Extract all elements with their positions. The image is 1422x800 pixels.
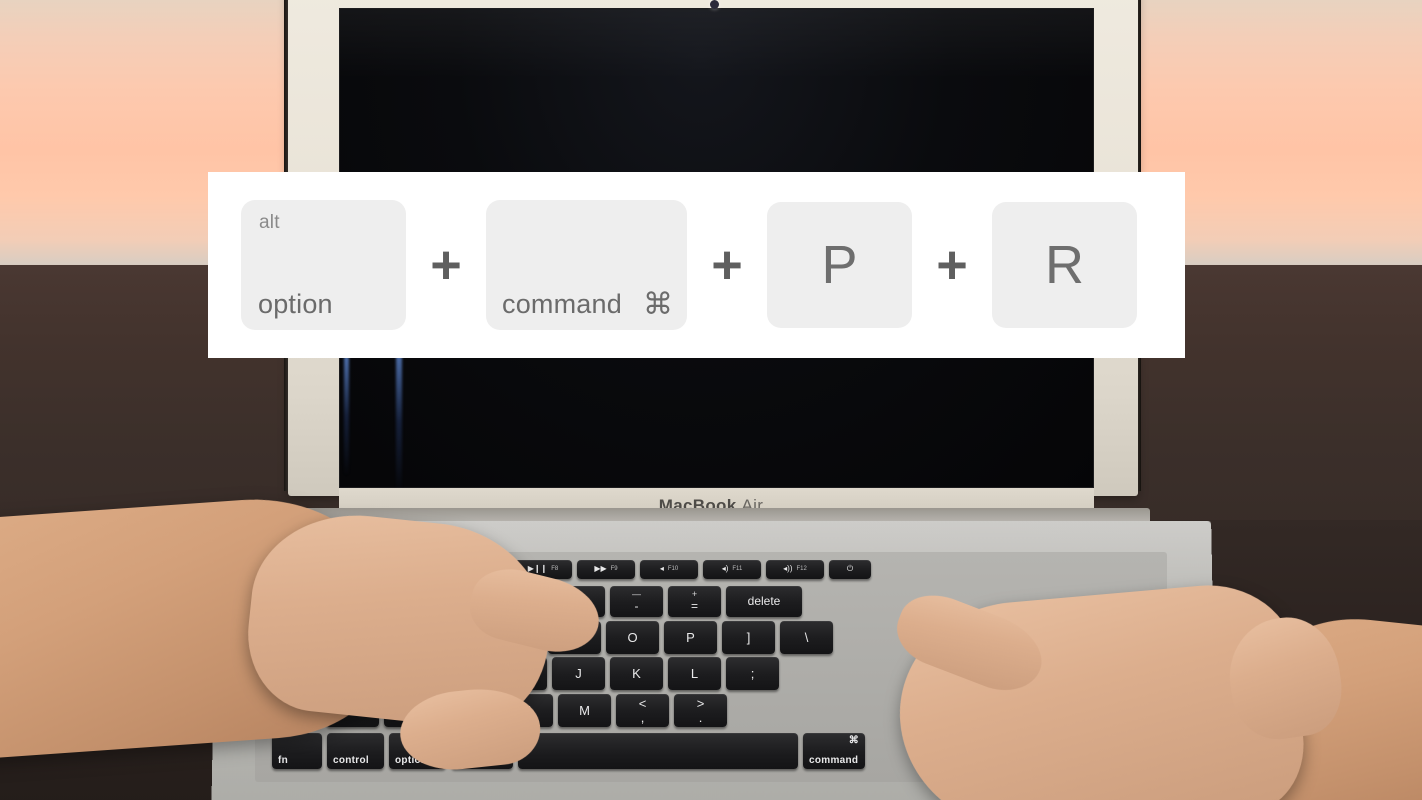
key-j[interactable]: J — [552, 657, 605, 690]
key-base-label: fn — [278, 754, 289, 766]
screenshot-stage: MacBook Air ∷F4☀F5☀F6◀◀F7▶❙❙F8▶▶F9◂F10◂)… — [0, 0, 1422, 800]
key-F10[interactable]: ◂ F10 — [640, 560, 698, 579]
overlay-key-letter: R — [992, 202, 1137, 328]
key-F12[interactable]: ◂)) F12 — [766, 560, 824, 579]
overlay-key-option: alt option — [241, 200, 406, 330]
key-k[interactable]: K — [610, 657, 663, 690]
key-fn-label: F8 — [551, 566, 559, 573]
key-space[interactable] — [518, 733, 798, 769]
key-][interactable]: ] — [722, 621, 775, 654]
overlay-key-command: command ⌘ — [486, 200, 687, 330]
key-base-label: K — [632, 665, 641, 681]
key-base-label: J — [575, 665, 582, 681]
key-;[interactable]: ; — [726, 657, 779, 690]
command-symbol-icon: ⌘ — [848, 735, 859, 746]
key-delete[interactable]: delete — [726, 586, 802, 617]
key-base-label: - — [634, 598, 639, 613]
key-fn[interactable]: fn — [272, 733, 322, 769]
key-\[interactable]: \ — [780, 621, 833, 654]
key-base-label: ] — [746, 629, 751, 645]
overlay-key-option-label: option — [258, 289, 333, 319]
overlay-key-letter: P — [767, 202, 912, 328]
key-fn-label: F12 — [796, 566, 807, 573]
key-=[interactable]: + = — [668, 586, 721, 617]
key-m[interactable]: M — [558, 694, 611, 727]
key-fn-label: F9 — [610, 566, 618, 573]
fast-forward-icon: ▶▶ — [594, 564, 607, 574]
key-fn-label: F11 — [732, 566, 743, 573]
volume-down-icon: ◂) — [721, 564, 729, 574]
key-fn-label: F10 — [667, 566, 679, 573]
volume-up-icon: ◂)) — [783, 564, 793, 574]
key-base-label: \ — [804, 629, 809, 645]
key-base-label: M — [579, 702, 590, 718]
screen-reflection-streak — [396, 352, 402, 492]
screen-reflection-streak — [344, 356, 349, 476]
plus-separator-icon: + — [936, 235, 968, 295]
key--[interactable]: — - — [610, 586, 663, 617]
overlay-key-command-label: command — [502, 289, 622, 319]
key-base-label: , — [640, 709, 645, 725]
webcam-icon — [710, 0, 719, 9]
key-base-label: P — [686, 629, 695, 645]
key-l[interactable]: L — [668, 657, 721, 690]
key-F9[interactable]: ▶▶ F9 — [577, 560, 635, 579]
key-control[interactable]: control — [327, 733, 384, 769]
key-power[interactable]: ⏻ — [829, 560, 871, 579]
key-shift-label: < — [638, 695, 647, 711]
key-base-label: delete — [747, 594, 781, 609]
key-base-label: O — [627, 629, 638, 645]
plus-separator-icon: + — [711, 235, 743, 295]
key-base-label: = — [690, 598, 698, 613]
overlay-key-letter-label: P — [821, 235, 858, 295]
shortcut-overlay-banner: alt option + command ⌘ + P + R — [208, 172, 1185, 358]
key-F11[interactable]: ◂) F11 — [703, 560, 761, 579]
key-base-label: . — [698, 709, 703, 725]
key-,[interactable]: <, — [616, 694, 669, 727]
key-command-right[interactable]: ⌘ command — [803, 733, 865, 769]
power-icon: ⏻ — [846, 564, 854, 574]
screen-glare — [340, 9, 1093, 79]
command-symbol-icon: ⌘ — [643, 288, 673, 321]
key-p[interactable]: P — [664, 621, 717, 654]
mute-icon: ◂ — [659, 564, 664, 574]
overlay-key-letter-label: R — [1045, 235, 1084, 295]
key-shift-label: > — [696, 695, 705, 711]
key-.[interactable]: >. — [674, 694, 727, 727]
key-base-label: command — [809, 754, 859, 766]
overlay-key-alt-label: alt — [259, 212, 280, 233]
plus-separator-icon: + — [430, 235, 462, 295]
key-base-label: ; — [750, 665, 755, 681]
keyboard-modifier-row[interactable]: fncontroloption⌘command⌘command — [272, 733, 865, 769]
key-base-label: control — [333, 754, 369, 766]
key-o[interactable]: O — [606, 621, 659, 654]
key-base-label: L — [690, 665, 699, 681]
